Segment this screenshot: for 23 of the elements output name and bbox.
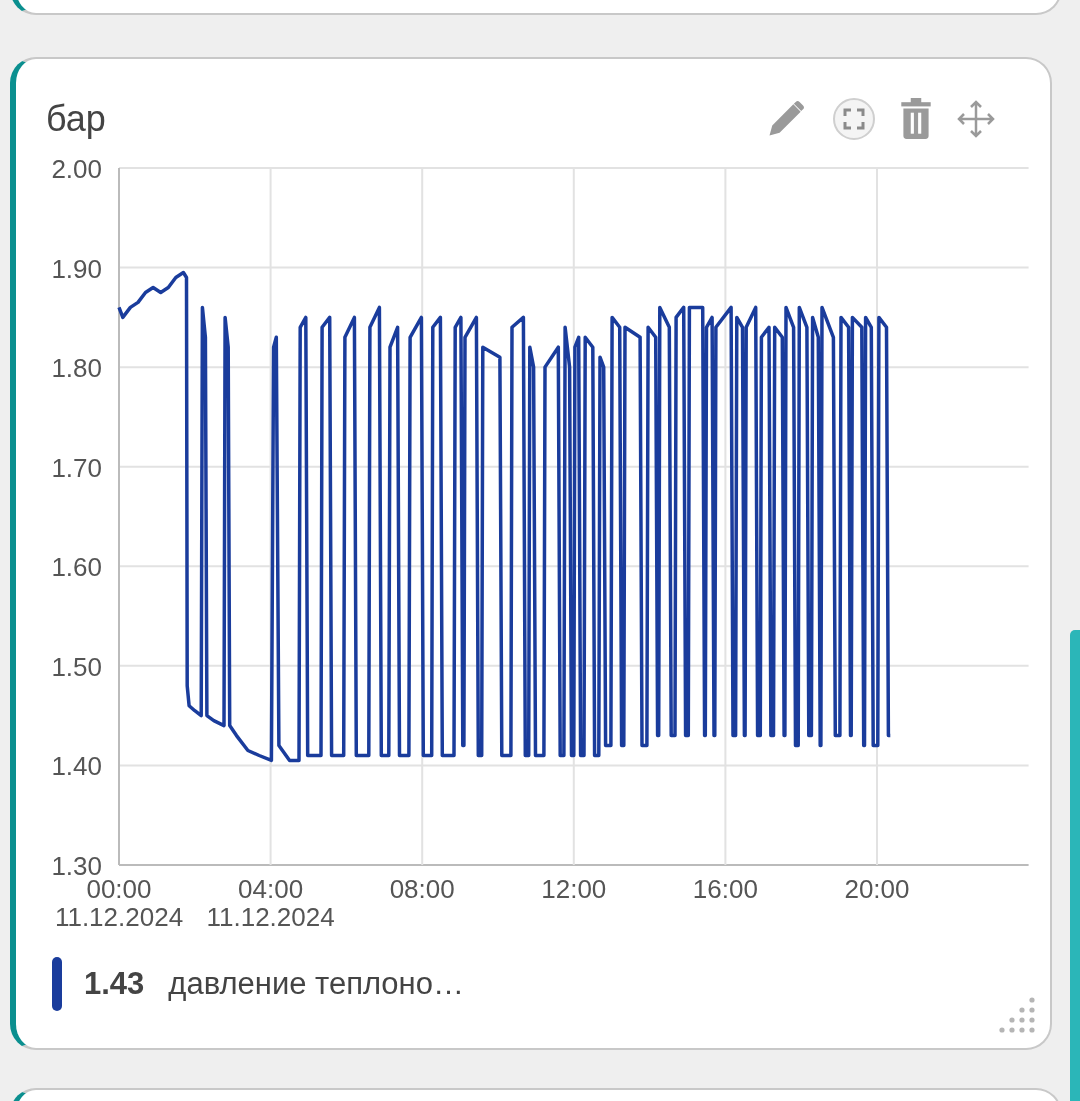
y-tick-label: 1.50 bbox=[51, 651, 102, 682]
move-icon[interactable] bbox=[956, 99, 996, 139]
y-tick-label: 1.80 bbox=[51, 353, 102, 384]
x-tick-label: 04:00 bbox=[238, 874, 304, 904]
x-tick-label: 20:00 bbox=[844, 874, 910, 904]
resize-handle-icon[interactable] bbox=[998, 996, 1036, 1034]
y-tick-label: 1.40 bbox=[51, 751, 102, 782]
x-tick-label: 12:00 bbox=[541, 874, 607, 904]
legend-swatch bbox=[52, 957, 62, 1011]
scrollbar[interactable] bbox=[1070, 630, 1080, 1101]
x-tick-date: 11.12.2024 bbox=[54, 902, 184, 932]
legend-label: давление теплоно… bbox=[168, 966, 464, 1002]
y-tick-label: 1.60 bbox=[51, 552, 102, 583]
card-title: бар bbox=[46, 98, 106, 140]
x-tick-label: 16:00 bbox=[692, 874, 758, 904]
y-tick-label: 1.90 bbox=[51, 253, 102, 284]
y-tick-label: 2.00 bbox=[51, 154, 102, 184]
x-tick-label: 08:00 bbox=[389, 874, 455, 904]
legend-value: 1.43 bbox=[84, 966, 145, 1002]
x-tick-date: 11.12.2024 bbox=[206, 902, 335, 932]
y-tick-label: 1.70 bbox=[51, 452, 102, 483]
trash-icon[interactable] bbox=[900, 98, 932, 140]
fullscreen-icon[interactable] bbox=[832, 97, 876, 141]
